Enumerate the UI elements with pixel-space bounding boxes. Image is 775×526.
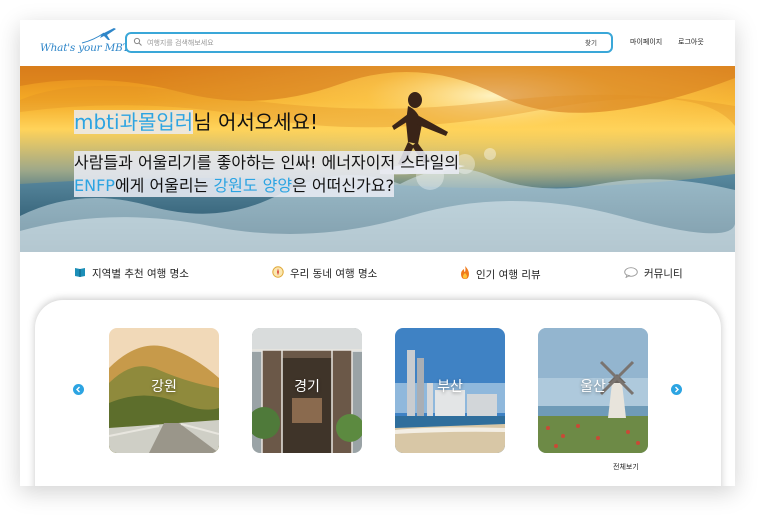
region-carousel: 강원 경기 부산 울산 전체보기 bbox=[35, 300, 721, 486]
fire-icon bbox=[460, 266, 470, 282]
carousel-prev-button[interactable] bbox=[73, 384, 84, 395]
category-label: 커뮤니티 bbox=[644, 268, 683, 280]
category-community[interactable]: 커뮤니티 bbox=[624, 266, 683, 281]
hero-banner: mbti과몰입러님 어서오세요! 사람들과 어울리기를 좋아하는 인싸! 에너자… bbox=[20, 66, 735, 252]
site-logo[interactable]: What's your MBTI bbox=[40, 28, 134, 62]
category-label: 인기 여행 리뷰 bbox=[476, 268, 541, 281]
header: What's your MBTI 찾기 마이페이지 로그아웃 bbox=[20, 20, 735, 66]
book-icon bbox=[74, 267, 86, 280]
hero-greeting: mbti과몰입러님 어서오세요! bbox=[74, 110, 318, 134]
view-all-link[interactable]: 전체보기 bbox=[613, 462, 639, 472]
category-popular-reviews[interactable]: 인기 여행 리뷰 bbox=[460, 266, 541, 282]
hero-region: 강원도 양양 bbox=[213, 176, 293, 195]
card-label: 울산 bbox=[580, 379, 606, 395]
speech-bubble-icon bbox=[624, 266, 638, 281]
hero-user-name: mbti과몰입러 bbox=[74, 110, 194, 134]
hero-rec-text-b: 은 어떠신가요? bbox=[292, 176, 395, 195]
hero-mbti-type: ENFP bbox=[74, 176, 115, 195]
mypage-link[interactable]: 마이페이지 bbox=[630, 37, 662, 47]
category-label: 지역별 추천 여행 명소 bbox=[92, 268, 189, 280]
chevron-right-icon bbox=[675, 386, 679, 393]
region-card-gangwon[interactable]: 강원 bbox=[109, 328, 219, 453]
chevron-left-icon bbox=[76, 386, 80, 393]
region-card-ulsan[interactable]: 울산 bbox=[538, 328, 648, 453]
hero-recommendation: ENFP에게 어울리는 강원도 양양은 어떠신가요? bbox=[74, 174, 395, 197]
carousel-next-button[interactable] bbox=[671, 384, 682, 395]
hero-greeting-suffix: 님 어서오세요! bbox=[193, 110, 318, 134]
category-local-spots[interactable]: 우리 동네 여행 명소 bbox=[272, 266, 377, 281]
card-label: 강원 bbox=[151, 379, 177, 395]
search-bar: 찾기 bbox=[125, 32, 613, 53]
category-regional-spots[interactable]: 지역별 추천 여행 명소 bbox=[74, 266, 189, 281]
category-nav: 지역별 추천 여행 명소 우리 동네 여행 명소 인기 여행 리뷰 커뮤니티 bbox=[20, 252, 735, 298]
search-button[interactable]: 찾기 bbox=[585, 37, 597, 47]
category-label: 우리 동네 여행 명소 bbox=[290, 268, 378, 280]
airplane-icon bbox=[81, 28, 116, 44]
search-icon bbox=[133, 37, 142, 46]
compass-icon bbox=[272, 266, 284, 281]
hero-rec-text-a: 에게 어울리는 bbox=[114, 176, 214, 195]
region-card-gyeonggi[interactable]: 경기 bbox=[252, 328, 362, 453]
hero-description: 사람들과 어울리기를 좋아하는 인싸! 에너자이저 스타일의 bbox=[74, 151, 460, 174]
card-label: 경기 bbox=[294, 379, 320, 395]
browser-page: What's your MBTI 찾기 마이페이지 로그아웃 bbox=[20, 20, 735, 486]
region-card-busan[interactable]: 부산 bbox=[395, 328, 505, 453]
search-input[interactable] bbox=[147, 35, 557, 50]
card-label: 부산 bbox=[437, 379, 463, 395]
logout-link[interactable]: 로그아웃 bbox=[678, 37, 704, 47]
